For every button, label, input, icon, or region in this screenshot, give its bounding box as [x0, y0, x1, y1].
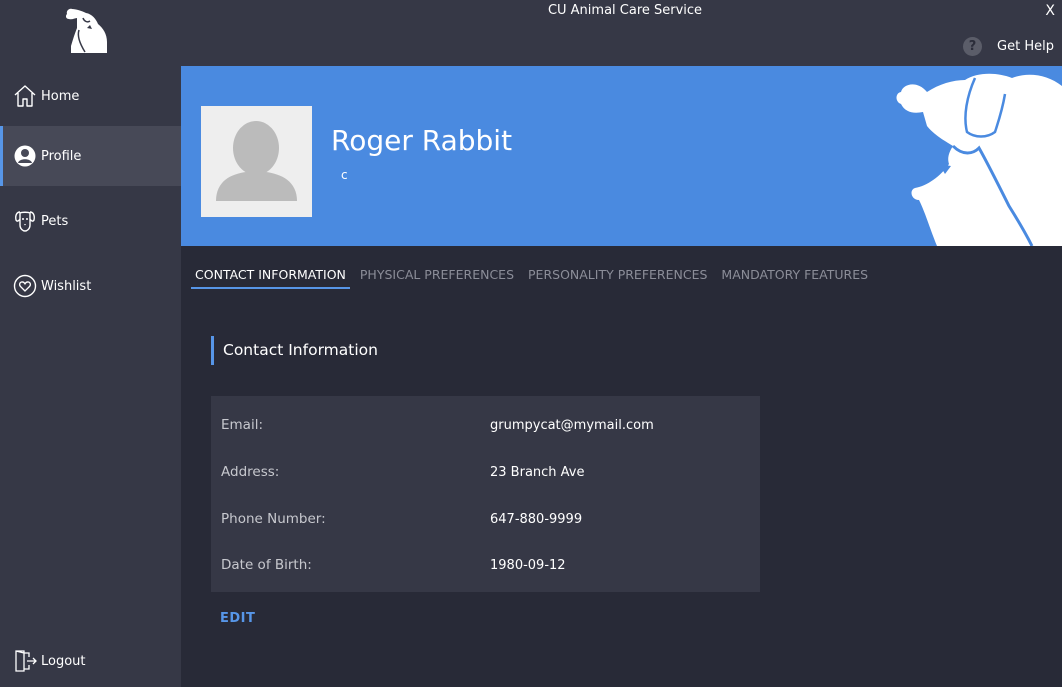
profile-icon	[12, 144, 37, 169]
edit-button[interactable]: EDIT	[220, 611, 255, 626]
heart-icon	[12, 274, 37, 299]
dog-face-icon	[12, 209, 37, 234]
info-value: grumpycat@mymail.com	[490, 418, 654, 433]
info-label: Address:	[221, 464, 280, 480]
dog-cat-silhouette-icon	[896, 73, 1062, 246]
get-help-button[interactable]: ? Get Help	[963, 36, 1054, 56]
info-row-address: Address: 23 Branch Ave	[211, 464, 760, 488]
sidebar-item-profile[interactable]: Profile	[0, 126, 181, 186]
logout-door-icon	[12, 649, 37, 674]
logout-label: Logout	[41, 653, 86, 669]
title-bar: CU Animal Care Service X ? Get Help	[0, 0, 1062, 66]
tab-personality-preferences[interactable]: PERSONALITY PREFERENCES	[524, 262, 711, 289]
info-label: Date of Birth:	[221, 557, 312, 573]
close-button[interactable]: X	[1045, 3, 1055, 19]
tab-mandatory-features[interactable]: MANDATORY FEATURES	[717, 262, 872, 289]
sidebar: Home Profile Pets Wishlist Logout	[0, 66, 181, 687]
info-row-email: Email: grumpycat@mymail.com	[211, 417, 760, 441]
sidebar-item-label: Profile	[41, 148, 82, 164]
sidebar-item-pets[interactable]: Pets	[0, 191, 181, 251]
info-value: 647-880-9999	[490, 512, 583, 527]
get-help-label: Get Help	[997, 38, 1054, 54]
info-value: 1980-09-12	[490, 558, 566, 573]
app-title: CU Animal Care Service	[547, 3, 703, 18]
home-icon	[12, 84, 37, 109]
sidebar-item-home[interactable]: Home	[0, 66, 181, 126]
logout-button[interactable]: Logout	[0, 631, 181, 687]
info-row-phone: Phone Number: 647-880-9999	[211, 511, 760, 535]
tab-contact-information[interactable]: CONTACT INFORMATION	[191, 262, 350, 289]
info-label: Phone Number:	[221, 511, 326, 527]
profile-name: Roger Rabbit	[331, 124, 513, 157]
section-title: Contact Information	[211, 336, 378, 365]
help-icon: ?	[963, 36, 983, 56]
avatar-placeholder-icon	[216, 121, 297, 201]
tab-physical-preferences[interactable]: PHYSICAL PREFERENCES	[356, 262, 518, 289]
profile-banner: Roger Rabbit c	[181, 66, 1062, 246]
sidebar-item-label: Pets	[41, 213, 69, 229]
sidebar-item-label: Home	[41, 88, 80, 104]
profile-avatar[interactable]	[201, 106, 312, 217]
contact-info-card: Email: grumpycat@mymail.com Address: 23 …	[211, 396, 760, 592]
profile-tabs: CONTACT INFORMATION PHYSICAL PREFERENCES…	[191, 262, 878, 290]
sidebar-item-wishlist[interactable]: Wishlist	[0, 256, 181, 316]
info-value: 23 Branch Ave	[490, 465, 585, 480]
sidebar-item-label: Wishlist	[41, 278, 92, 294]
info-row-date-of-birth: Date of Birth: 1980-09-12	[211, 557, 760, 581]
profile-subtitle: c	[341, 168, 348, 182]
info-label: Email:	[221, 417, 264, 433]
